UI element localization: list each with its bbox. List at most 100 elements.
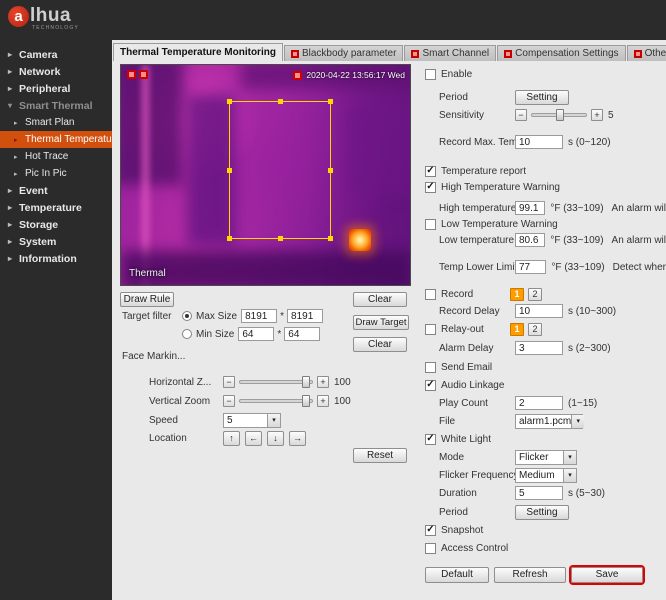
plus-button[interactable]: + (591, 109, 603, 121)
tab-thermal-temperature-monitoring[interactable]: Thermal Temperature Monitoring (113, 43, 283, 61)
play-count-input[interactable]: 2 (515, 396, 563, 410)
sidebar-item-label: System (19, 236, 56, 248)
minus-button[interactable]: − (223, 376, 235, 388)
max-size-radio[interactable] (182, 311, 192, 321)
rule-handle[interactable] (227, 236, 232, 241)
slider-handle[interactable] (556, 109, 564, 121)
record-max-temp-row: Record Max. Temp... 10 s (0~120) (425, 134, 666, 150)
high-temp-label: High temperature w... (425, 203, 515, 214)
sidebar-item-network[interactable]: ▸Network (0, 63, 112, 80)
record-channel-1-button[interactable]: 1 (510, 288, 524, 301)
record-row: Record 1 2 (425, 286, 666, 302)
sidebar-item-information[interactable]: ▸Information (0, 250, 112, 267)
sidebar-item-camera[interactable]: ▸Camera (0, 46, 112, 63)
sidebar-item-thermal-temperature[interactable]: ▸Thermal Temperature... (0, 131, 112, 148)
white-light-checkbox[interactable]: ✓ (425, 434, 436, 445)
record-checkbox[interactable] (425, 289, 436, 300)
file-select[interactable]: alarm1.pcm▾ (515, 414, 583, 429)
duration-input[interactable]: 5 (515, 486, 563, 500)
plus-button[interactable]: + (317, 395, 329, 407)
default-button[interactable]: Default (425, 567, 489, 583)
relay-out-checkbox[interactable] (425, 324, 436, 335)
mode-select[interactable]: Flicker▾ (515, 450, 577, 465)
move-down-button[interactable]: ↓ (267, 431, 284, 446)
slider-track[interactable] (239, 380, 313, 384)
collapse-arrow-icon: ▾ (8, 101, 16, 110)
rule-handle[interactable] (328, 236, 333, 241)
rule-handle[interactable] (278, 236, 283, 241)
move-left-button[interactable]: ← (245, 431, 262, 446)
high-temp-input[interactable]: 99.1 (515, 201, 545, 215)
relay-channel-1-button[interactable]: 1 (510, 323, 524, 336)
record-delay-input[interactable]: 10 (515, 304, 563, 318)
sidebar-item-hot-trace[interactable]: ▸Hot Trace (0, 148, 112, 165)
sidebar-item-storage[interactable]: ▸Storage (0, 216, 112, 233)
period-setting-button[interactable]: Setting (515, 90, 569, 105)
temp-lower-limit-label: Temp Lower Limit (425, 262, 515, 273)
draw-rule-button[interactable]: Draw Rule (120, 292, 174, 307)
access-control-checkbox[interactable] (425, 543, 436, 554)
alarm-flag-icon (411, 50, 419, 58)
min-size-radio[interactable] (182, 329, 192, 339)
temperature-report-row: ✓ Temperature report (425, 163, 666, 179)
detection-rule-rectangle[interactable] (229, 101, 331, 239)
slider-track[interactable] (531, 113, 587, 117)
max-width-input[interactable]: 8191 (241, 309, 277, 323)
min-width-input[interactable]: 64 (238, 327, 274, 341)
move-right-button[interactable]: → (289, 431, 306, 446)
max-height-input[interactable]: 8191 (287, 309, 323, 323)
save-button[interactable]: Save (571, 567, 643, 583)
logo-subtext: TECHNOLOGY (32, 25, 79, 31)
record-channel-2-button[interactable]: 2 (528, 288, 542, 301)
temperature-report-checkbox[interactable]: ✓ (425, 166, 436, 177)
osd-timestamp: 2020-04-22 13:56:17 Wed (306, 70, 405, 80)
snapshot-row: ✓ Snapshot (425, 522, 666, 538)
minus-button[interactable]: − (515, 109, 527, 121)
expand-arrow-icon: ▸ (8, 67, 16, 76)
expand-arrow-icon: ▸ (8, 84, 16, 93)
slider-handle[interactable] (302, 395, 310, 407)
rule-handle[interactable] (227, 99, 232, 104)
access-control-label: Access Control (441, 543, 508, 554)
sidebar-item-pic-in-pic[interactable]: ▸Pic In Pic (0, 165, 112, 182)
high-temp-warning-checkbox[interactable]: ✓ (425, 182, 436, 193)
location-label: Location (149, 433, 223, 444)
minus-button[interactable]: − (223, 395, 235, 407)
speed-select[interactable]: 5▾ (223, 413, 281, 428)
tab-blackbody-parameter[interactable]: Blackbody parameter (284, 45, 404, 61)
refresh-button[interactable]: Refresh (494, 567, 566, 583)
tab-label: Thermal Temperature Monitoring (120, 47, 276, 58)
alarm-delay-unit: s (2~300) (568, 343, 611, 354)
sidebar-item-event[interactable]: ▸Event (0, 182, 112, 199)
low-temp-input[interactable]: 80.6 (515, 233, 545, 247)
snapshot-checkbox[interactable]: ✓ (425, 525, 436, 536)
record-max-temp-input[interactable]: 10 (515, 135, 563, 149)
slider-track[interactable] (239, 399, 313, 403)
rule-handle[interactable] (227, 168, 232, 173)
plus-button[interactable]: + (317, 376, 329, 388)
sidebar-item-system[interactable]: ▸System (0, 233, 112, 250)
flicker-frequency-select[interactable]: Medium▾ (515, 468, 577, 483)
rule-handle[interactable] (278, 99, 283, 104)
send-email-checkbox[interactable] (425, 362, 436, 373)
low-temp-warning-checkbox[interactable] (425, 219, 436, 230)
move-up-button[interactable]: ↑ (223, 431, 240, 446)
period2-setting-button[interactable]: Setting (515, 505, 569, 520)
rule-handle[interactable] (328, 168, 333, 173)
chevron-down-icon: ▾ (571, 415, 584, 428)
rule-handle[interactable] (328, 99, 333, 104)
alarm-delay-input[interactable]: 3 (515, 341, 563, 355)
sidebar-item-smart-thermal[interactable]: ▾Smart Thermal (0, 97, 112, 114)
thermal-video-preview[interactable]: 2020-04-22 13:56:17 Wed Thermal (120, 64, 411, 286)
temp-lower-limit-input[interactable]: 77 (515, 260, 546, 274)
audio-linkage-checkbox[interactable]: ✓ (425, 380, 436, 391)
sidebar-item-temperature[interactable]: ▸Temperature (0, 199, 112, 216)
sidebar-item-peripheral[interactable]: ▸Peripheral (0, 80, 112, 97)
enable-checkbox[interactable] (425, 69, 436, 80)
relay-channel-2-button[interactable]: 2 (528, 323, 542, 336)
slider-handle[interactable] (302, 376, 310, 388)
clear-rule-button[interactable]: Clear (353, 292, 407, 307)
min-height-input[interactable]: 64 (284, 327, 320, 341)
reset-button[interactable]: Reset (353, 448, 407, 463)
sidebar-item-smart-plan[interactable]: ▸Smart Plan (0, 114, 112, 131)
